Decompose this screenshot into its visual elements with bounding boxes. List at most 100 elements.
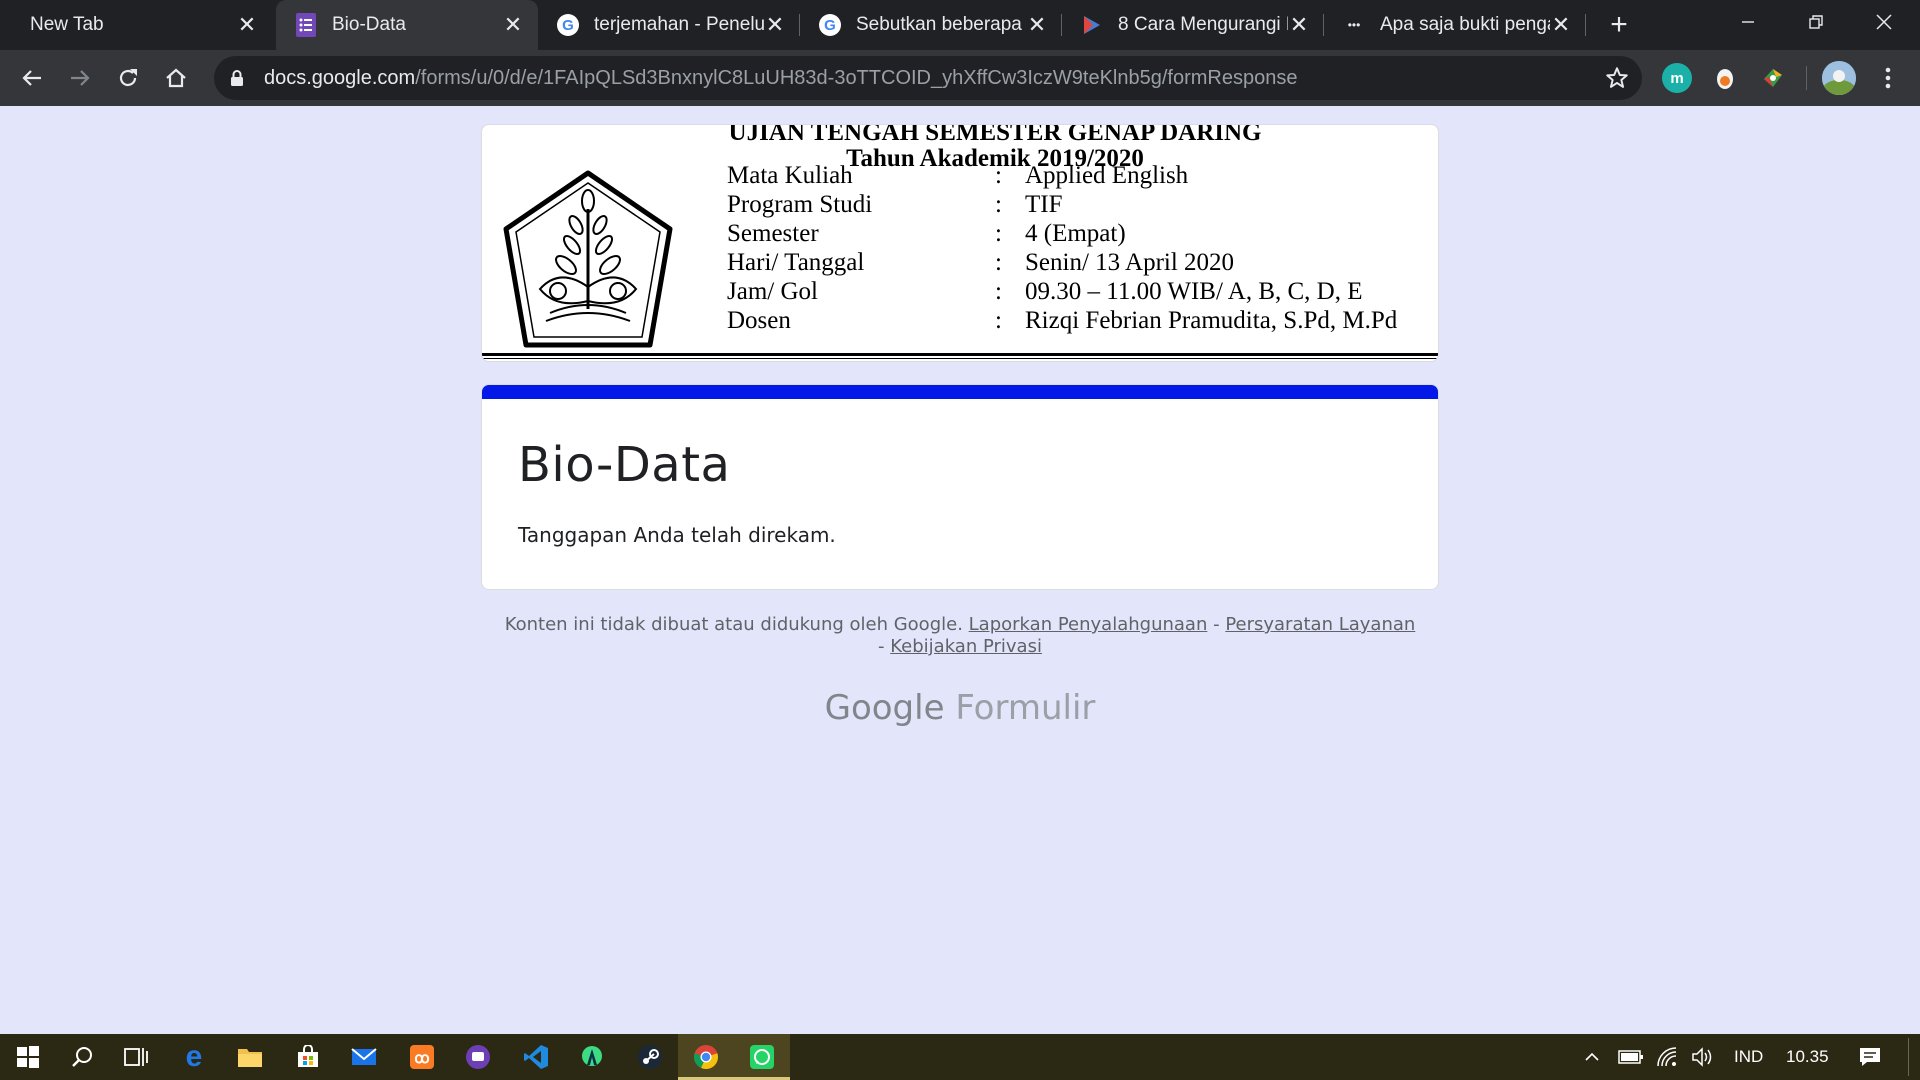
forward-button[interactable] [62, 60, 98, 96]
google-g-icon: G [818, 13, 842, 37]
show-hidden-icons-icon[interactable] [1582, 1034, 1602, 1080]
form-title: Bio-Data [518, 437, 731, 493]
google-forms-logo[interactable]: Google Formulir [0, 688, 1920, 728]
extension-orange-icon[interactable] [1710, 63, 1740, 93]
privacy-link[interactable]: Kebijakan Privasi [890, 636, 1042, 657]
tab-sebutkan[interactable]: G Sebutkan beberapa tanda ✕ [800, 0, 1062, 50]
file-explorer-icon[interactable] [222, 1034, 278, 1080]
address-bar[interactable]: docs.google.com/forms/u/0/d/e/1FAIpQLSd3… [214, 56, 1642, 100]
form-accent-bar [482, 385, 1438, 399]
new-tab-button[interactable]: + [1602, 8, 1636, 42]
tab-separator [1061, 14, 1062, 36]
extension-m-icon[interactable]: m [1662, 63, 1692, 93]
form-header-image: UJIAN TENGAH SEMESTER GENAP DARING Tahun… [481, 124, 1439, 362]
url-text: docs.google.com/forms/u/0/d/e/1FAIpQLSd3… [264, 67, 1297, 90]
form-page: UJIAN TENGAH SEMESTER GENAP DARING Tahun… [0, 106, 1920, 1034]
tab-new-tab[interactable]: New Tab ✕ [0, 0, 272, 50]
row-value: TIF [1025, 191, 1063, 218]
tab-separator [1323, 14, 1324, 36]
brand-product: Formulir [955, 688, 1096, 728]
form-footer: Konten ini tidak dibuat atau didukung ol… [504, 614, 1416, 657]
restore-button[interactable] [1782, 0, 1850, 44]
wifi-icon[interactable] [1656, 1034, 1680, 1080]
tab-title: Apa saja bukti pengaruh [1380, 14, 1550, 35]
row-label: Dosen [727, 307, 791, 334]
toolbar-divider [1806, 66, 1807, 90]
tab-apa-saja[interactable]: ••• Apa saja bukti pengaruh ✕ [1324, 0, 1586, 50]
row-label: Semester [727, 220, 819, 247]
lock-icon[interactable] [230, 69, 248, 87]
tab-title: Bio-Data [332, 14, 406, 35]
url-path: /forms/u/0/d/e/1FAIpQLSd3BnxnylC8LuUH83d… [415, 66, 1298, 89]
chrome-icon[interactable] [678, 1034, 734, 1080]
clock[interactable]: 10.35 [1786, 1034, 1829, 1080]
site-favicon-icon [1080, 13, 1104, 37]
profile-avatar[interactable] [1822, 61, 1856, 95]
tab-title: Sebutkan beberapa tanda [856, 14, 1026, 35]
tab-terjemahan[interactable]: G terjemahan - Penelusuran Google ✕ [538, 0, 800, 50]
header-rule [482, 358, 1438, 359]
tab-title: terjemahan - Penelusuran Google [594, 14, 764, 35]
reload-button[interactable] [110, 60, 146, 96]
tab-strip: New Tab ✕ Bio-Data ✕ G terjemahan - Pene… [0, 0, 1920, 50]
extension-colorful-icon[interactable] [1758, 63, 1788, 93]
show-desktop-divider [1908, 1038, 1909, 1076]
google-forms-icon [294, 13, 318, 37]
whatsapp-icon[interactable] [734, 1034, 790, 1080]
svg-text:G: G [562, 17, 574, 34]
close-icon[interactable]: ✕ [236, 12, 258, 37]
row-label: Mata Kuliah [727, 162, 853, 189]
app-purple-icon[interactable] [450, 1034, 506, 1080]
close-icon[interactable]: ✕ [1550, 12, 1572, 37]
store-icon[interactable] [280, 1034, 336, 1080]
university-seal-logo [503, 170, 673, 348]
search-icon[interactable] [54, 1034, 110, 1080]
row-value: Senin/ 13 April 2020 [1025, 249, 1235, 276]
confirmation-message: Tanggapan Anda telah direkam. [518, 523, 836, 547]
home-button[interactable] [158, 60, 194, 96]
row-value: 09.30 – 11.00 WIB/ A, B, C, D, E [1025, 278, 1363, 305]
vscode-icon[interactable] [508, 1034, 564, 1080]
xampp-icon[interactable]: ꝏ [394, 1034, 450, 1080]
battery-icon[interactable] [1618, 1034, 1644, 1080]
input-language[interactable]: IND [1734, 1034, 1763, 1080]
bookmark-star-icon[interactable] [1604, 65, 1630, 91]
edge-icon[interactable]: e [166, 1034, 222, 1080]
row-value: Applied English [1025, 162, 1189, 189]
tab-title: New Tab [30, 14, 104, 35]
close-icon[interactable]: ✕ [1026, 12, 1048, 37]
task-view-icon[interactable] [108, 1034, 164, 1080]
tab-bio-data[interactable]: Bio-Data ✕ [276, 0, 538, 50]
svg-text:G: G [824, 17, 836, 34]
header-rule [482, 353, 1438, 356]
disclaimer-text: Konten ini tidak dibuat atau didukung ol… [504, 614, 963, 635]
close-icon[interactable]: ✕ [1288, 12, 1310, 37]
brand-google: Google [824, 688, 945, 728]
dots-favicon-icon: ••• [1347, 18, 1361, 32]
volume-icon[interactable] [1690, 1034, 1714, 1080]
svg-text:ꝏ: ꝏ [414, 1050, 429, 1067]
tab-separator [1585, 14, 1586, 36]
start-icon[interactable] [0, 1034, 56, 1080]
exam-title: UJIAN TENGAH SEMESTER GENAP DARING [728, 124, 1262, 146]
google-g-icon: G [556, 13, 580, 37]
action-center-icon[interactable] [1858, 1034, 1882, 1080]
tab-8-cara[interactable]: 8 Cara Mengurangi Dampak ✕ [1062, 0, 1324, 50]
close-icon[interactable]: ✕ [502, 12, 524, 37]
row-label: Jam/ Gol [727, 278, 818, 305]
terms-link[interactable]: Persyaratan Layanan [1225, 614, 1415, 635]
menu-kebab-icon[interactable] [1870, 60, 1906, 96]
browser-toolbar: docs.google.com/forms/u/0/d/e/1FAIpQLSd3… [0, 50, 1920, 106]
form-response-card: Bio-Data Tanggapan Anda telah direkam. [481, 384, 1439, 590]
tab-title: 8 Cara Mengurangi Dampak [1118, 14, 1288, 35]
android-studio-icon[interactable] [564, 1034, 620, 1080]
close-window-button[interactable] [1850, 0, 1918, 44]
steam-icon[interactable] [622, 1034, 678, 1080]
url-host: docs.google.com [264, 66, 416, 89]
close-icon[interactable]: ✕ [764, 12, 786, 37]
back-button[interactable] [14, 60, 50, 96]
mail-icon[interactable] [336, 1034, 392, 1080]
minimize-button[interactable] [1714, 0, 1782, 44]
row-value: Rizqi Febrian Pramudita, S.Pd, M.Pd [1025, 307, 1398, 334]
report-abuse-link[interactable]: Laporkan Penyalahgunaan [969, 614, 1208, 635]
